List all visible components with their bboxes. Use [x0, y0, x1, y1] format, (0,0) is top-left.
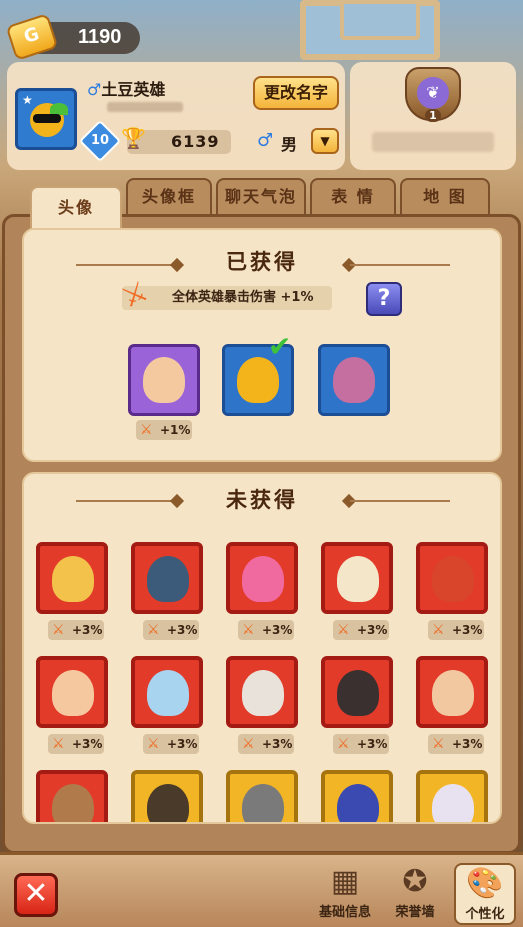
- avatar-bonus: ⚔ +3%: [238, 734, 294, 754]
- avatar-card[interactable]: [416, 656, 488, 728]
- chevron-down-icon[interactable]: ▼: [311, 128, 339, 154]
- avatar-card[interactable]: [128, 344, 200, 416]
- potato-hero-portrait: [30, 103, 68, 137]
- avatar-portrait: [432, 556, 474, 602]
- profile-avatar[interactable]: ★: [15, 88, 77, 150]
- unobtained-title: 未获得: [226, 488, 298, 512]
- player-id-blurred: [107, 102, 183, 112]
- gender-value: 男: [281, 135, 298, 154]
- guild-badge: ❦ 1: [405, 67, 461, 122]
- gold-amount: 1190: [78, 26, 122, 48]
- avatar-bonus: ⚔ +3%: [143, 734, 199, 754]
- profile-card: ★ ♂土豆英雄 10 🏆 6139 更改名字 ♂ 男 ▼: [7, 62, 345, 170]
- avatar-portrait: [337, 784, 379, 822]
- bottom-bar: ✕ ▦ 基础信息 ✪ 荣誉墙 🎨 个性化: [0, 852, 523, 927]
- avatar-card[interactable]: [321, 656, 393, 728]
- background-window: [340, 0, 420, 40]
- divider: [350, 264, 450, 266]
- nav-honor-wall[interactable]: ✪ 荣誉墙: [384, 863, 446, 925]
- player-name-line: ♂土豆英雄: [87, 76, 165, 100]
- avatar-portrait: [242, 784, 284, 822]
- avatar-card[interactable]: [36, 542, 108, 614]
- avatar-card[interactable]: [36, 656, 108, 728]
- male-icon: ♂: [257, 130, 274, 151]
- avatar-portrait: [242, 670, 284, 716]
- avatar-portrait: [237, 357, 279, 403]
- nav-basic-info[interactable]: ▦ 基础信息: [314, 863, 376, 925]
- avatar-bonus: ⚔ +1%: [136, 420, 192, 440]
- tab-emote[interactable]: 表 情: [310, 178, 396, 214]
- close-button[interactable]: ✕: [14, 873, 58, 917]
- wing-icon: ❦: [417, 77, 449, 109]
- avatar-bonus: ⚔ +3%: [238, 620, 294, 640]
- avatar-card[interactable]: [416, 542, 488, 614]
- avatar-card[interactable]: [36, 770, 108, 822]
- unobtained-section: 未获得 ⚔ +3% ⚔ +3% ⚔ +3% ⚔ +3% ⚔ +3% ⚔ +3% ⚔ +3% ⚔…: [22, 472, 502, 824]
- avatar-portrait: [52, 556, 94, 602]
- level-badge: 10: [78, 119, 122, 163]
- avatar-portrait: [432, 784, 474, 822]
- guild-badge-number: 1: [425, 109, 441, 122]
- trophy-icon: 🏆: [121, 126, 146, 150]
- check-icon: ✔: [268, 330, 292, 363]
- avatar-portrait: [147, 556, 189, 602]
- avatar-card[interactable]: [226, 656, 298, 728]
- avatar-bonus: ⚔ +3%: [333, 734, 389, 754]
- avatar-card[interactable]: [416, 770, 488, 822]
- avatar-portrait: [52, 670, 94, 716]
- player-name: 土豆英雄: [101, 80, 166, 99]
- nav-personalize[interactable]: 🎨 个性化: [454, 863, 516, 925]
- avatar-card[interactable]: [131, 542, 203, 614]
- avatar-card[interactable]: [321, 770, 393, 822]
- avatar-portrait: [337, 556, 379, 602]
- gender-selector[interactable]: ♂ 男 ▼: [257, 128, 341, 156]
- avatar-portrait: [432, 670, 474, 716]
- divider: [350, 500, 450, 502]
- gold-currency: G 1190: [5, 13, 140, 61]
- guild-card[interactable]: ❦ 1: [350, 62, 516, 170]
- avatar-portrait: [147, 670, 189, 716]
- male-icon: ♂: [87, 80, 102, 99]
- avatar-bonus: ⚔ +3%: [428, 620, 484, 640]
- avatar-bonus: ⚔ +3%: [333, 620, 389, 640]
- level-value: 10: [90, 133, 110, 148]
- avatar-portrait: [143, 357, 185, 403]
- avatar-card[interactable]: [321, 542, 393, 614]
- avatar-card[interactable]: [131, 656, 203, 728]
- avatar-portrait: [242, 556, 284, 602]
- trophy-counter: 🏆 6139: [121, 126, 231, 154]
- tab-avatar[interactable]: 头像: [30, 186, 122, 230]
- obtained-title: 已获得: [226, 250, 298, 274]
- palette-icon: 🎨: [466, 866, 504, 901]
- avatar-card[interactable]: [131, 770, 203, 822]
- rename-button[interactable]: 更改名字: [253, 76, 339, 110]
- tab-chat-bubble[interactable]: 聊天气泡: [216, 178, 306, 214]
- avatar-card[interactable]: [226, 770, 298, 822]
- star-icon: ★: [22, 93, 33, 107]
- avatar-bonus: ⚔ +3%: [48, 734, 104, 754]
- help-button[interactable]: ?: [366, 282, 402, 316]
- tab-avatar-frame[interactable]: 头像框: [126, 178, 212, 214]
- obtained-section: 已获得 全体英雄暴击伤害 +1% ⚔ ? ⚔ +1% ✔: [22, 228, 502, 462]
- collection-bonus: 全体英雄暴击伤害 +1%: [122, 286, 332, 310]
- sword-icon: ⚔: [140, 422, 153, 438]
- medal-icon: ✪: [402, 864, 428, 899]
- trophy-value: 6139: [171, 132, 220, 151]
- blocks-icon: ▦: [330, 864, 360, 899]
- avatar-bonus: ⚔ +3%: [428, 734, 484, 754]
- avatar-portrait: [147, 784, 189, 822]
- guild-name-blurred: [372, 132, 494, 152]
- avatar-portrait: [333, 357, 375, 403]
- avatar-bonus: ⚔ +3%: [143, 620, 199, 640]
- avatar-bonus: ⚔ +3%: [48, 620, 104, 640]
- avatar-card[interactable]: [226, 542, 298, 614]
- avatar-card[interactable]: [318, 344, 390, 416]
- tab-map[interactable]: 地 图: [400, 178, 490, 214]
- avatar-portrait: [337, 670, 379, 716]
- avatar-portrait: [52, 784, 94, 822]
